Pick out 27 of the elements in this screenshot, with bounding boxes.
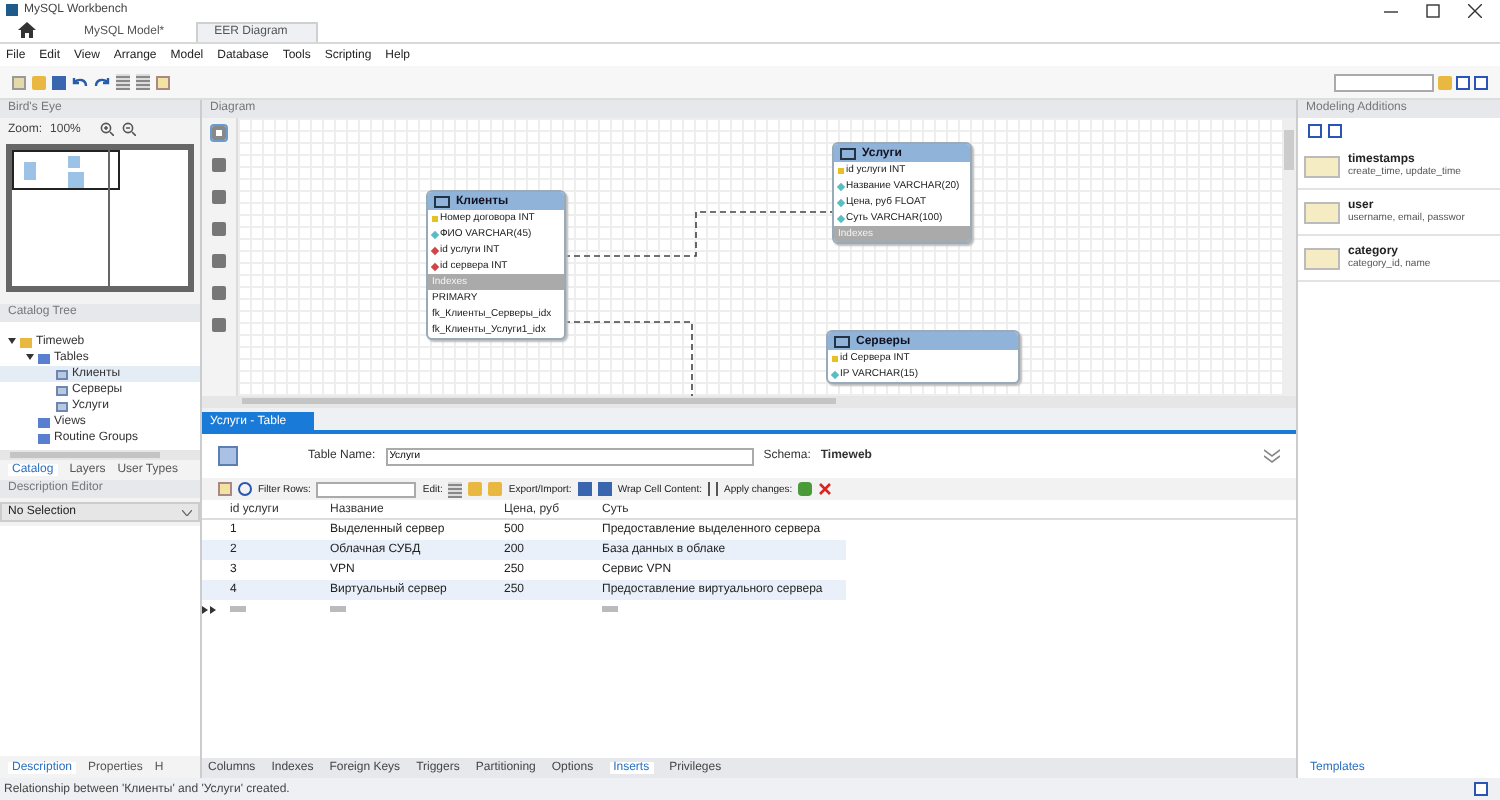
overview-map[interactable] bbox=[6, 144, 194, 292]
scrollbar[interactable] bbox=[202, 396, 1296, 408]
close-icon[interactable] bbox=[1468, 3, 1482, 17]
filter-field[interactable] bbox=[316, 481, 417, 497]
maximize-icon[interactable] bbox=[1426, 3, 1440, 17]
expand-toggle-icon[interactable] bbox=[26, 354, 34, 362]
discard-icon[interactable] bbox=[818, 482, 833, 496]
scrollbar[interactable] bbox=[1282, 118, 1296, 396]
table-template-icon bbox=[1304, 247, 1340, 269]
relationship-line bbox=[563, 321, 693, 396]
scrollbar[interactable] bbox=[0, 450, 200, 460]
home-icon[interactable] bbox=[18, 22, 36, 38]
collapse-icon[interactable] bbox=[1264, 448, 1280, 464]
table-template-icon bbox=[1304, 201, 1340, 223]
zoom-in-icon[interactable] bbox=[100, 122, 115, 136]
null-icon bbox=[330, 606, 346, 612]
caret-icon bbox=[182, 509, 192, 515]
table-template-icon bbox=[1304, 155, 1340, 177]
null-icon bbox=[602, 606, 618, 612]
search-field[interactable] bbox=[1334, 73, 1434, 91]
undo-icon[interactable] bbox=[72, 76, 88, 88]
redo-icon[interactable] bbox=[94, 76, 110, 88]
zoom-out-icon[interactable] bbox=[122, 122, 137, 136]
app-logo-icon bbox=[6, 4, 18, 16]
wrap-icon[interactable] bbox=[707, 482, 718, 496]
expand-toggle-icon[interactable] bbox=[8, 338, 16, 346]
null-icon bbox=[230, 606, 246, 612]
